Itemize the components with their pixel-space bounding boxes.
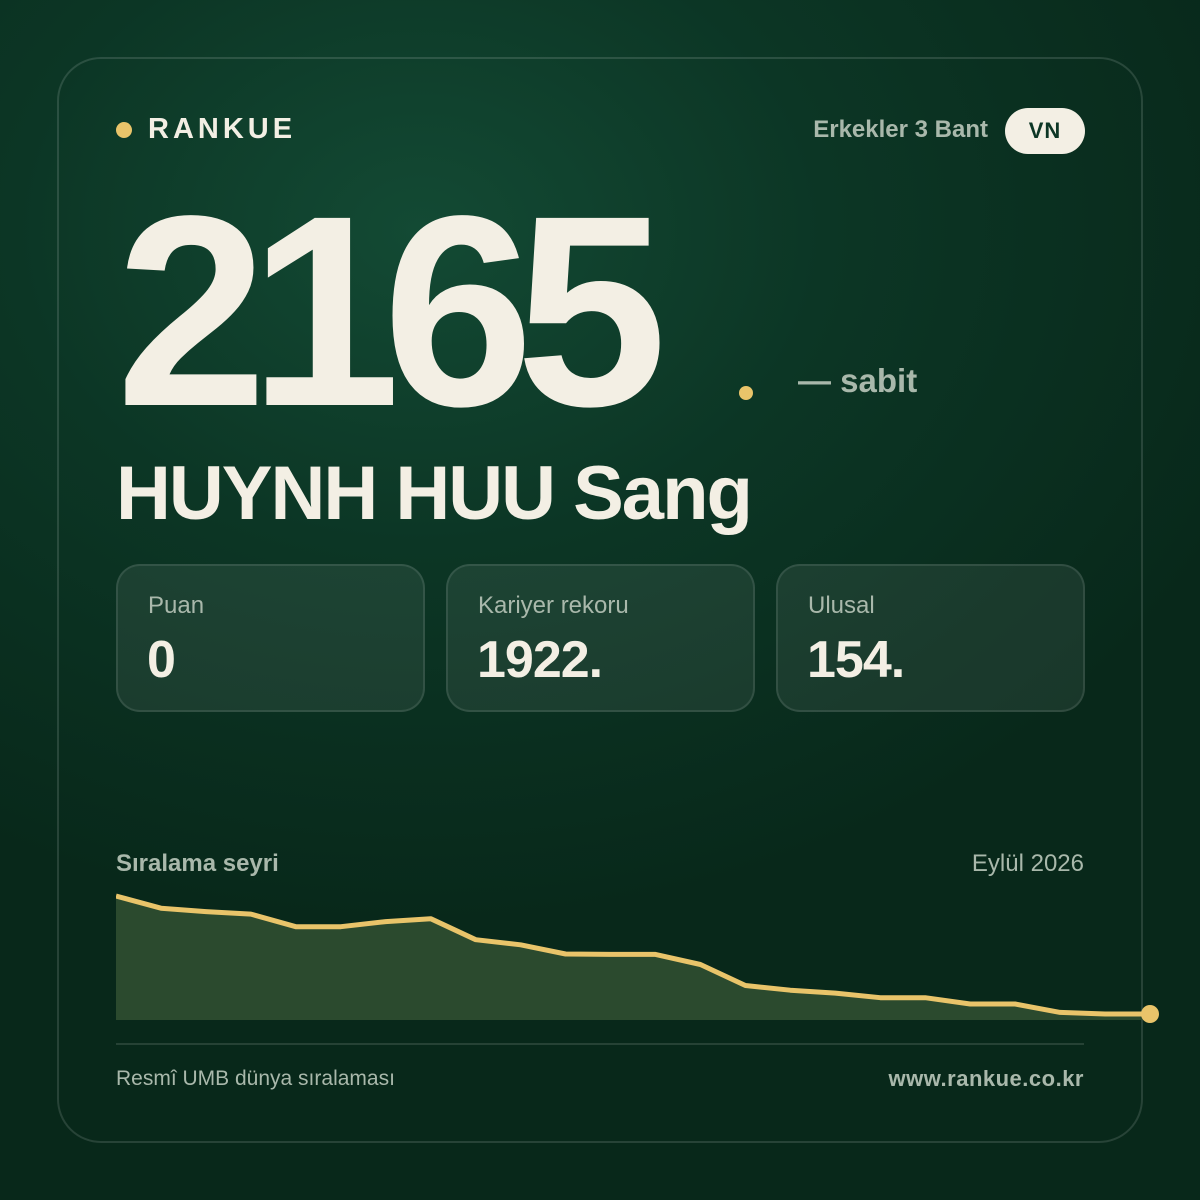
footer-url[interactable]: www.rankue.co.kr xyxy=(889,1066,1084,1092)
brand: RANKUE xyxy=(116,113,296,146)
stat-card-points: Puan 0 xyxy=(116,564,425,712)
footer-divider xyxy=(116,1043,1084,1045)
chart-title: Sıralama seyri xyxy=(116,850,279,877)
rank-number: 2165 xyxy=(116,159,667,463)
country-badge: VN xyxy=(1005,108,1085,154)
chart-current-point xyxy=(1141,1005,1159,1023)
stat-value: 0 xyxy=(147,631,176,689)
stat-card-career-best: Kariyer rekoru 1922. xyxy=(446,564,755,712)
brand-name: RANKUE xyxy=(148,113,297,145)
stat-value: 154. xyxy=(807,631,905,689)
rank-trend: — sabit xyxy=(798,362,918,399)
rank-dot-icon xyxy=(739,386,753,400)
category-label: Erkekler 3 Bant xyxy=(813,116,988,143)
ranking-history-chart xyxy=(116,893,1159,1023)
stat-label: Puan xyxy=(148,592,205,619)
chart-area xyxy=(116,896,1150,1020)
footer-source: Resmî UMB dünya sıralaması xyxy=(116,1067,395,1090)
player-name: HUYNH HUU Sang xyxy=(116,451,753,536)
brand-dot-icon xyxy=(116,121,132,138)
stat-label: Kariyer rekoru xyxy=(478,592,629,619)
stat-value: 1922. xyxy=(477,631,603,689)
stat-label: Ulusal xyxy=(808,592,875,619)
chart-date: Eylül 2026 xyxy=(971,850,1084,877)
stat-card-national: Ulusal 154. xyxy=(776,564,1085,712)
